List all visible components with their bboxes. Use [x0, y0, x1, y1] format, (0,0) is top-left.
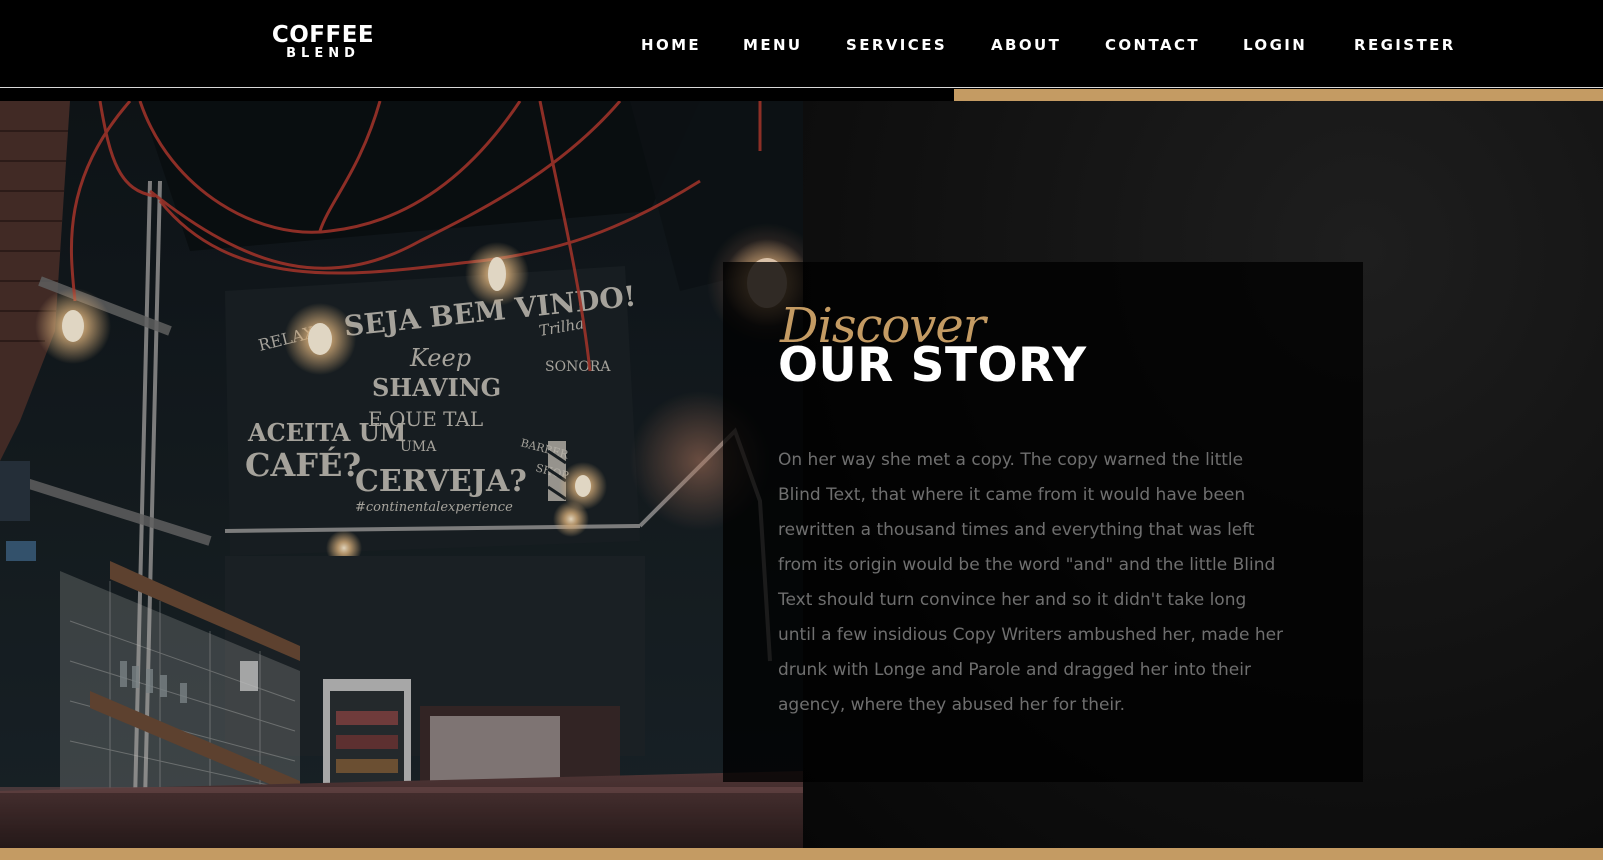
story-paragraph: On her way she met a copy. The copy warn…	[778, 450, 1284, 715]
accent-bar-bottom	[0, 848, 1603, 860]
cafe-interior-image: RELAXE SEJA BEM VINDO! Keep SHAVING E QU…	[0, 101, 803, 848]
nav-menu: HOME MENU SERVICES ABOUT CONTACT LOGIN R…	[0, 36, 1603, 56]
nav-item-login[interactable]: LOGIN	[1243, 36, 1307, 54]
nav-item-register[interactable]: REGISTER	[1354, 36, 1456, 54]
nav-item-menu[interactable]: MENU	[743, 36, 803, 54]
nav-item-services[interactable]: SERVICES	[846, 36, 947, 54]
nav-item-contact[interactable]: CONTACT	[1105, 36, 1200, 54]
section-heading: OUR STORY	[778, 338, 1087, 393]
story-box: Discover OUR STORY On her way she met a …	[723, 262, 1363, 782]
accent-bar-top	[954, 89, 1603, 101]
navbar: COFFEE BLEND HOME MENU SERVICES ABOUT CO…	[0, 0, 1603, 88]
about-section: RELAXE SEJA BEM VINDO! Keep SHAVING E QU…	[0, 101, 1603, 848]
nav-item-home[interactable]: HOME	[641, 36, 701, 54]
nav-item-about[interactable]: ABOUT	[991, 36, 1061, 54]
